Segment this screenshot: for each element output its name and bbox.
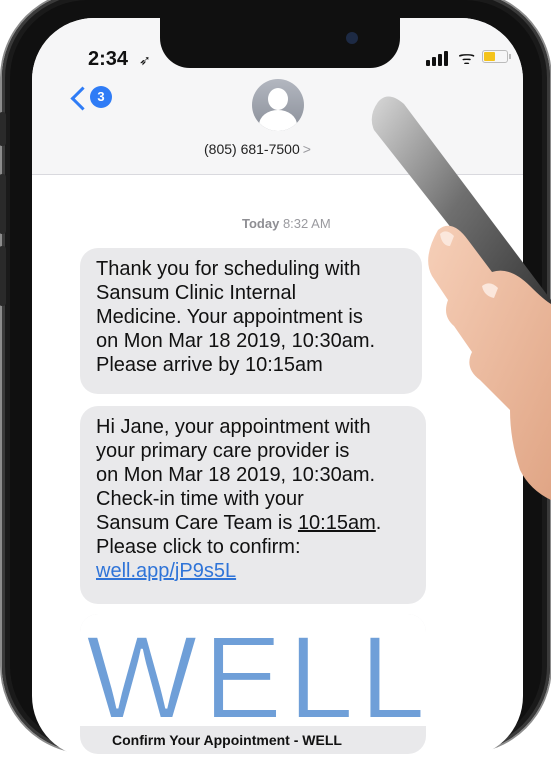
- contact-number-button[interactable]: (805) 681-7500 >: [204, 141, 311, 157]
- contact-avatar[interactable]: [252, 79, 304, 131]
- chevron-right-icon: >: [302, 141, 311, 157]
- well-logo-text: WELL: [86, 614, 426, 726]
- timestamp-time: 8:32 AM: [282, 216, 331, 231]
- link-preview-caption: Confirm Your Appointment - WELL: [112, 732, 342, 748]
- location-arrow-icon: ➶: [139, 52, 151, 68]
- status-time: 2:34: [88, 48, 129, 70]
- well-logo-graphic: WELL: [85, 614, 426, 745]
- avatar-person-icon-body: [259, 110, 297, 131]
- wifi-icon: ᯤ: [458, 48, 476, 69]
- front-camera-icon: [346, 32, 358, 44]
- checkin-prefix: Sansum Care Team is: [96, 512, 298, 534]
- volume-down-button: [0, 246, 6, 306]
- battery-level-fill: [484, 52, 495, 61]
- contact-number: (805) 681-7500: [204, 141, 300, 157]
- cellular-signal-icon: [426, 48, 452, 66]
- battery-cap: [509, 54, 511, 59]
- back-unread-badge[interactable]: 3: [90, 86, 112, 108]
- message-timestamp: Today 8:32 AM: [242, 216, 331, 231]
- avatar-person-icon-head: [268, 88, 288, 110]
- hand-holding-phone-illustration: [371, 96, 551, 500]
- notch: [160, 18, 400, 68]
- mute-switch: [0, 112, 6, 146]
- well-logo: WELL: [80, 614, 426, 745]
- battery-icon: [482, 50, 511, 63]
- timestamp-day: Today: [242, 216, 280, 231]
- volume-up-button: [0, 174, 6, 234]
- link-preview-card[interactable]: WELL Confirm Your Appointment - WELL: [80, 614, 426, 754]
